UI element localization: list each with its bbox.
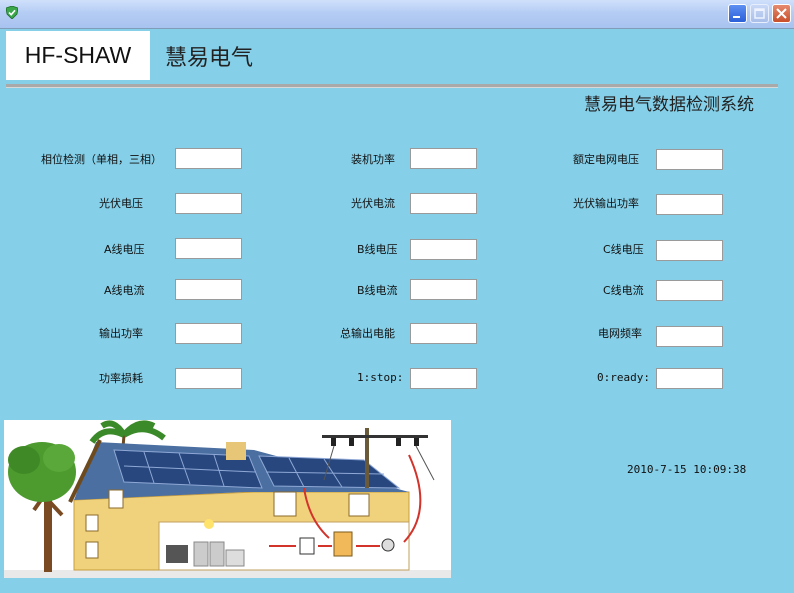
pv-current-label: 光伏电流 bbox=[351, 197, 395, 210]
c-voltage-field[interactable] bbox=[656, 240, 723, 261]
pv-voltage-label: 光伏电压 bbox=[99, 197, 143, 210]
power-loss-label: 功率损耗 bbox=[99, 372, 143, 385]
pv-current-field[interactable] bbox=[410, 193, 477, 214]
power-loss-field[interactable] bbox=[175, 368, 242, 389]
close-button[interactable] bbox=[772, 4, 791, 23]
a-current-label: A线电流 bbox=[104, 284, 145, 297]
phase-detect-field[interactable] bbox=[175, 148, 242, 169]
output-power-field[interactable] bbox=[175, 323, 242, 344]
b-current-field[interactable] bbox=[410, 279, 477, 300]
shield-check-icon bbox=[6, 6, 18, 19]
a-voltage-field[interactable] bbox=[175, 238, 242, 259]
a-voltage-label: A线电压 bbox=[104, 243, 145, 256]
pv-output-power-label: 光伏输出功率 bbox=[573, 197, 639, 210]
solar-house-illustration bbox=[4, 420, 451, 578]
b-voltage-label: B线电压 bbox=[357, 243, 398, 256]
phase-detect-label: 相位检测（单相，三相） bbox=[41, 153, 162, 166]
brand-logo: HF-SHAW bbox=[6, 31, 150, 80]
a-current-field[interactable] bbox=[175, 279, 242, 300]
rated-grid-voltage-field[interactable] bbox=[656, 149, 723, 170]
total-output-energy-field[interactable] bbox=[410, 323, 477, 344]
c-current-label: C线电流 bbox=[603, 284, 644, 297]
installed-power-label: 装机功率 bbox=[351, 153, 395, 166]
pv-output-power-field[interactable] bbox=[656, 194, 723, 215]
rated-grid-voltage-label: 额定电网电压 bbox=[573, 153, 639, 166]
total-output-energy-label: 总输出电能 bbox=[340, 327, 395, 340]
ready-flag-label: 0:ready: bbox=[597, 371, 650, 384]
stop-flag-label: 1:stop: bbox=[357, 371, 404, 384]
installed-power-field[interactable] bbox=[410, 148, 477, 169]
c-current-field[interactable] bbox=[656, 280, 723, 301]
stop-flag-field[interactable] bbox=[410, 368, 477, 389]
maximize-icon bbox=[754, 8, 765, 19]
b-current-label: B线电流 bbox=[357, 284, 398, 297]
grid-frequency-label: 电网频率 bbox=[598, 327, 642, 340]
ready-flag-field[interactable] bbox=[656, 368, 723, 389]
output-power-label: 输出功率 bbox=[99, 327, 143, 340]
datetime-display: 2010-7-15 10:09:38 bbox=[627, 463, 747, 476]
minimize-button[interactable] bbox=[728, 4, 747, 23]
minimize-icon bbox=[733, 16, 740, 18]
maximize-button[interactable] bbox=[750, 4, 769, 23]
c-voltage-label: C线电压 bbox=[603, 243, 644, 256]
window-titlebar bbox=[0, 0, 794, 29]
company-name: 慧易电气 bbox=[165, 46, 254, 71]
b-voltage-field[interactable] bbox=[410, 239, 477, 260]
close-icon bbox=[776, 8, 787, 19]
pv-voltage-field[interactable] bbox=[175, 193, 242, 214]
system-title: 慧易电气数据检测系统 bbox=[584, 95, 754, 115]
header-divider bbox=[6, 84, 778, 88]
grid-frequency-field[interactable] bbox=[656, 326, 723, 347]
